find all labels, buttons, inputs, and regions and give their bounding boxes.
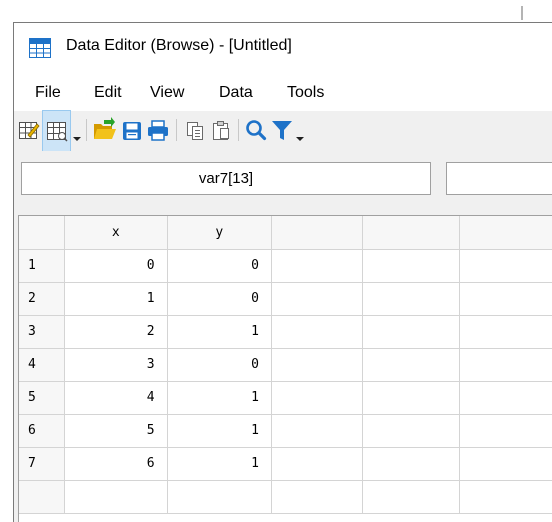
table-row: 2 1 0 <box>19 282 552 316</box>
grid-corner[interactable] <box>19 216 65 250</box>
table-row: 7 6 1 <box>19 447 552 481</box>
edit-mode-icon[interactable] <box>18 111 40 151</box>
empty-cell[interactable] <box>459 249 552 283</box>
background-window-strip <box>0 0 552 22</box>
empty-cell[interactable] <box>362 447 461 481</box>
data-cell[interactable]: 3 <box>64 348 168 382</box>
toolbar-separator <box>176 119 177 141</box>
data-cell[interactable]: 1 <box>167 447 272 481</box>
table-row: 5 4 1 <box>19 381 552 415</box>
table-row <box>19 480 552 514</box>
column-header[interactable] <box>271 216 363 250</box>
row-number[interactable]: 3 <box>19 315 65 349</box>
data-cell[interactable]: 0 <box>167 348 272 382</box>
browse-mode-icon[interactable] <box>42 110 71 152</box>
column-header[interactable] <box>459 216 552 250</box>
menu-bar: File Edit View Data Tools <box>14 75 552 111</box>
data-cell[interactable] <box>64 480 168 514</box>
dropdown-arrow-icon[interactable] <box>72 111 82 151</box>
empty-cell[interactable] <box>459 381 552 415</box>
menu-tools[interactable]: Tools <box>287 84 324 102</box>
empty-cell[interactable] <box>271 348 363 382</box>
row-number[interactable]: 5 <box>19 381 65 415</box>
empty-cell[interactable] <box>459 447 552 481</box>
empty-cell[interactable] <box>459 348 552 382</box>
dropdown-arrow-icon[interactable] <box>295 111 305 151</box>
data-table: x y 1 0 0 2 1 0 3 2 1 4 3 0 5 4 1 6 5 1 … <box>19 216 552 514</box>
copy-icon[interactable] <box>184 111 206 151</box>
filter-icon[interactable] <box>270 111 294 151</box>
data-cell[interactable]: 2 <box>64 315 168 349</box>
empty-cell[interactable] <box>362 348 461 382</box>
table-row: 6 5 1 <box>19 414 552 448</box>
data-cell[interactable]: 6 <box>64 447 168 481</box>
data-cell[interactable]: 1 <box>167 315 272 349</box>
data-cell[interactable]: 1 <box>64 282 168 316</box>
open-folder-icon[interactable] <box>92 111 118 151</box>
toolbar-separator <box>86 119 87 141</box>
cell-reference-bar: var7[13] <box>14 151 552 209</box>
title-bar[interactable]: Data Editor (Browse) - [Untitled] <box>14 23 552 75</box>
empty-cell[interactable] <box>271 414 363 448</box>
menu-view[interactable]: View <box>150 84 184 102</box>
empty-cell[interactable] <box>362 381 461 415</box>
empty-cell[interactable] <box>362 315 461 349</box>
column-header[interactable]: y <box>167 216 272 250</box>
empty-cell[interactable] <box>271 249 363 283</box>
row-number[interactable]: 4 <box>19 348 65 382</box>
row-number[interactable]: 6 <box>19 414 65 448</box>
empty-cell[interactable] <box>459 282 552 316</box>
paste-icon[interactable] <box>210 111 232 151</box>
empty-cell[interactable] <box>459 480 552 514</box>
background-window-edge <box>521 6 523 20</box>
row-number[interactable]: 2 <box>19 282 65 316</box>
window-title: Data Editor (Browse) - [Untitled] <box>66 37 292 54</box>
toolbar-separator <box>238 119 239 141</box>
save-icon[interactable] <box>120 111 144 151</box>
empty-cell[interactable] <box>271 480 363 514</box>
table-row: 3 2 1 <box>19 315 552 349</box>
data-editor-window: Data Editor (Browse) - [Untitled] File E… <box>13 22 552 522</box>
data-cell[interactable]: 1 <box>167 414 272 448</box>
empty-cell[interactable] <box>459 315 552 349</box>
cell-value-input[interactable] <box>446 162 552 195</box>
data-cell[interactable]: 5 <box>64 414 168 448</box>
row-number[interactable]: 1 <box>19 249 65 283</box>
toolbar <box>14 110 552 152</box>
column-header[interactable]: x <box>64 216 168 250</box>
cell-reference-box[interactable]: var7[13] <box>21 162 431 195</box>
table-row: 1 0 0 <box>19 249 552 283</box>
empty-cell[interactable] <box>362 282 461 316</box>
empty-cell[interactable] <box>459 414 552 448</box>
menu-file[interactable]: File <box>35 84 61 102</box>
data-editor-app-icon <box>29 38 51 58</box>
empty-cell[interactable] <box>271 447 363 481</box>
data-grid: x y 1 0 0 2 1 0 3 2 1 4 3 0 5 4 1 6 5 1 … <box>18 215 552 522</box>
row-number[interactable]: 7 <box>19 447 65 481</box>
table-row: 4 3 0 <box>19 348 552 382</box>
desktop-background: Data Editor (Browse) - [Untitled] File E… <box>0 0 552 522</box>
empty-cell[interactable] <box>271 282 363 316</box>
empty-cell[interactable] <box>362 480 461 514</box>
data-cell[interactable]: 1 <box>167 381 272 415</box>
row-number[interactable] <box>19 480 65 514</box>
column-header-row: x y <box>19 216 552 250</box>
data-cell[interactable] <box>167 480 272 514</box>
data-cell[interactable]: 0 <box>167 249 272 283</box>
menu-edit[interactable]: Edit <box>94 84 122 102</box>
data-cell[interactable]: 0 <box>64 249 168 283</box>
data-cell[interactable]: 4 <box>64 381 168 415</box>
print-icon[interactable] <box>146 111 170 151</box>
empty-cell[interactable] <box>362 249 461 283</box>
empty-cell[interactable] <box>362 414 461 448</box>
column-header[interactable] <box>362 216 461 250</box>
empty-cell[interactable] <box>271 315 363 349</box>
data-cell[interactable]: 0 <box>167 282 272 316</box>
menu-data[interactable]: Data <box>219 84 253 102</box>
search-icon[interactable] <box>244 111 268 151</box>
empty-cell[interactable] <box>271 381 363 415</box>
